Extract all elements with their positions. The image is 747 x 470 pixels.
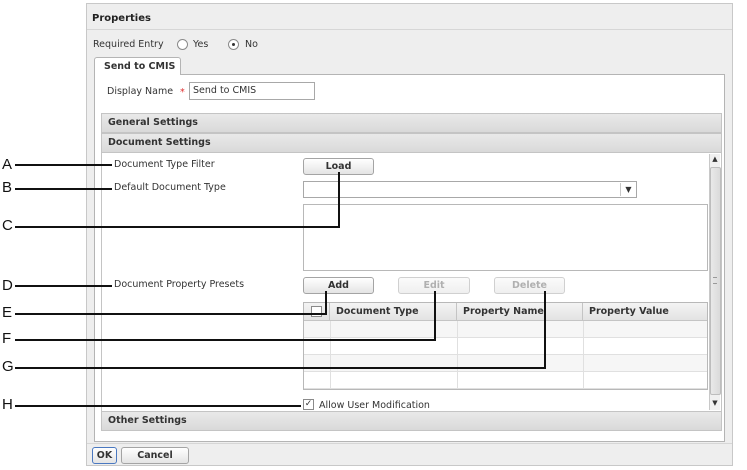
callout-letter-b: B	[2, 179, 13, 196]
document-property-presets-label: Document Property Presets	[114, 279, 245, 290]
default-document-type-label: Default Document Type	[114, 182, 226, 193]
callout-letter-g: G	[2, 358, 14, 375]
allow-user-modification-label: Allow User Modification	[319, 400, 430, 411]
callout-letter-e: E	[2, 304, 13, 321]
callout-line-g	[15, 367, 546, 369]
callout-letter-f: F	[2, 330, 12, 347]
column-divider	[330, 321, 331, 389]
required-yes-radio[interactable]	[177, 39, 188, 50]
select-all-checkbox[interactable]	[311, 306, 322, 317]
section-document-settings[interactable]: Document Settings	[101, 133, 722, 153]
required-marker: *	[180, 87, 185, 98]
required-no-label: No	[245, 39, 258, 50]
callout-line-c	[15, 226, 340, 228]
callout-line-e-vertical	[325, 291, 327, 315]
callout-letter-d: D	[2, 277, 13, 294]
column-header-property-name[interactable]: Property Name	[457, 303, 583, 321]
callout-letter-a: A	[2, 156, 13, 173]
callout-line-e	[15, 313, 327, 315]
vertical-scrollbar[interactable]: ▲ ▼	[709, 154, 721, 410]
required-yes-label: Yes	[193, 39, 209, 50]
column-header-document-type[interactable]: Document Type	[330, 303, 457, 321]
callout-line-b	[15, 188, 112, 190]
add-button[interactable]: Add	[303, 277, 374, 294]
document-type-list[interactable]	[303, 204, 708, 271]
grip-icon	[713, 277, 717, 284]
section-other-settings[interactable]: Other Settings	[101, 411, 722, 431]
section-general-settings[interactable]: General Settings	[101, 113, 722, 133]
callout-line-a	[15, 164, 112, 166]
tab-send-to-cmis[interactable]: Send to CMIS	[94, 57, 181, 75]
callout-line-h	[15, 405, 301, 407]
scrollbar-thumb[interactable]	[710, 167, 721, 395]
callout-line-f	[15, 339, 436, 341]
delete-button[interactable]: Delete	[494, 277, 565, 294]
display-name-input[interactable]: Send to CMIS	[189, 82, 315, 100]
display-name-label: Display Name	[107, 86, 174, 97]
column-divider	[583, 321, 584, 389]
footer-divider	[87, 443, 732, 444]
required-entry-label: Required Entry	[93, 39, 164, 50]
callout-letter-c: C	[2, 217, 13, 234]
callout-line-c-vertical	[338, 172, 340, 228]
title-divider	[87, 29, 732, 30]
callout-line-f-vertical	[434, 291, 436, 341]
column-divider	[457, 321, 458, 389]
callout-letter-h: H	[2, 396, 13, 413]
triangle-up-icon[interactable]: ▲	[710, 154, 720, 165]
table-row[interactable]	[304, 321, 707, 338]
table-row[interactable]	[304, 372, 707, 389]
callout-line-g-vertical	[544, 291, 546, 369]
ok-button[interactable]: OK	[92, 447, 117, 464]
callout-line-d	[15, 285, 112, 287]
default-document-type-select[interactable]	[303, 181, 637, 198]
triangle-down-icon[interactable]: ▼	[620, 183, 636, 196]
cancel-button[interactable]: Cancel	[121, 447, 189, 464]
column-header-property-value[interactable]: Property Value	[583, 303, 707, 321]
triangle-down-icon[interactable]: ▼	[710, 398, 720, 409]
document-type-filter-label: Document Type Filter	[114, 159, 215, 170]
panel-title: Properties	[92, 13, 151, 24]
required-no-radio[interactable]	[228, 39, 239, 50]
allow-user-modification-checkbox[interactable]: ✓	[303, 399, 314, 410]
presets-table: Document Type Property Name Property Val…	[303, 302, 708, 390]
table-row[interactable]	[304, 355, 707, 372]
